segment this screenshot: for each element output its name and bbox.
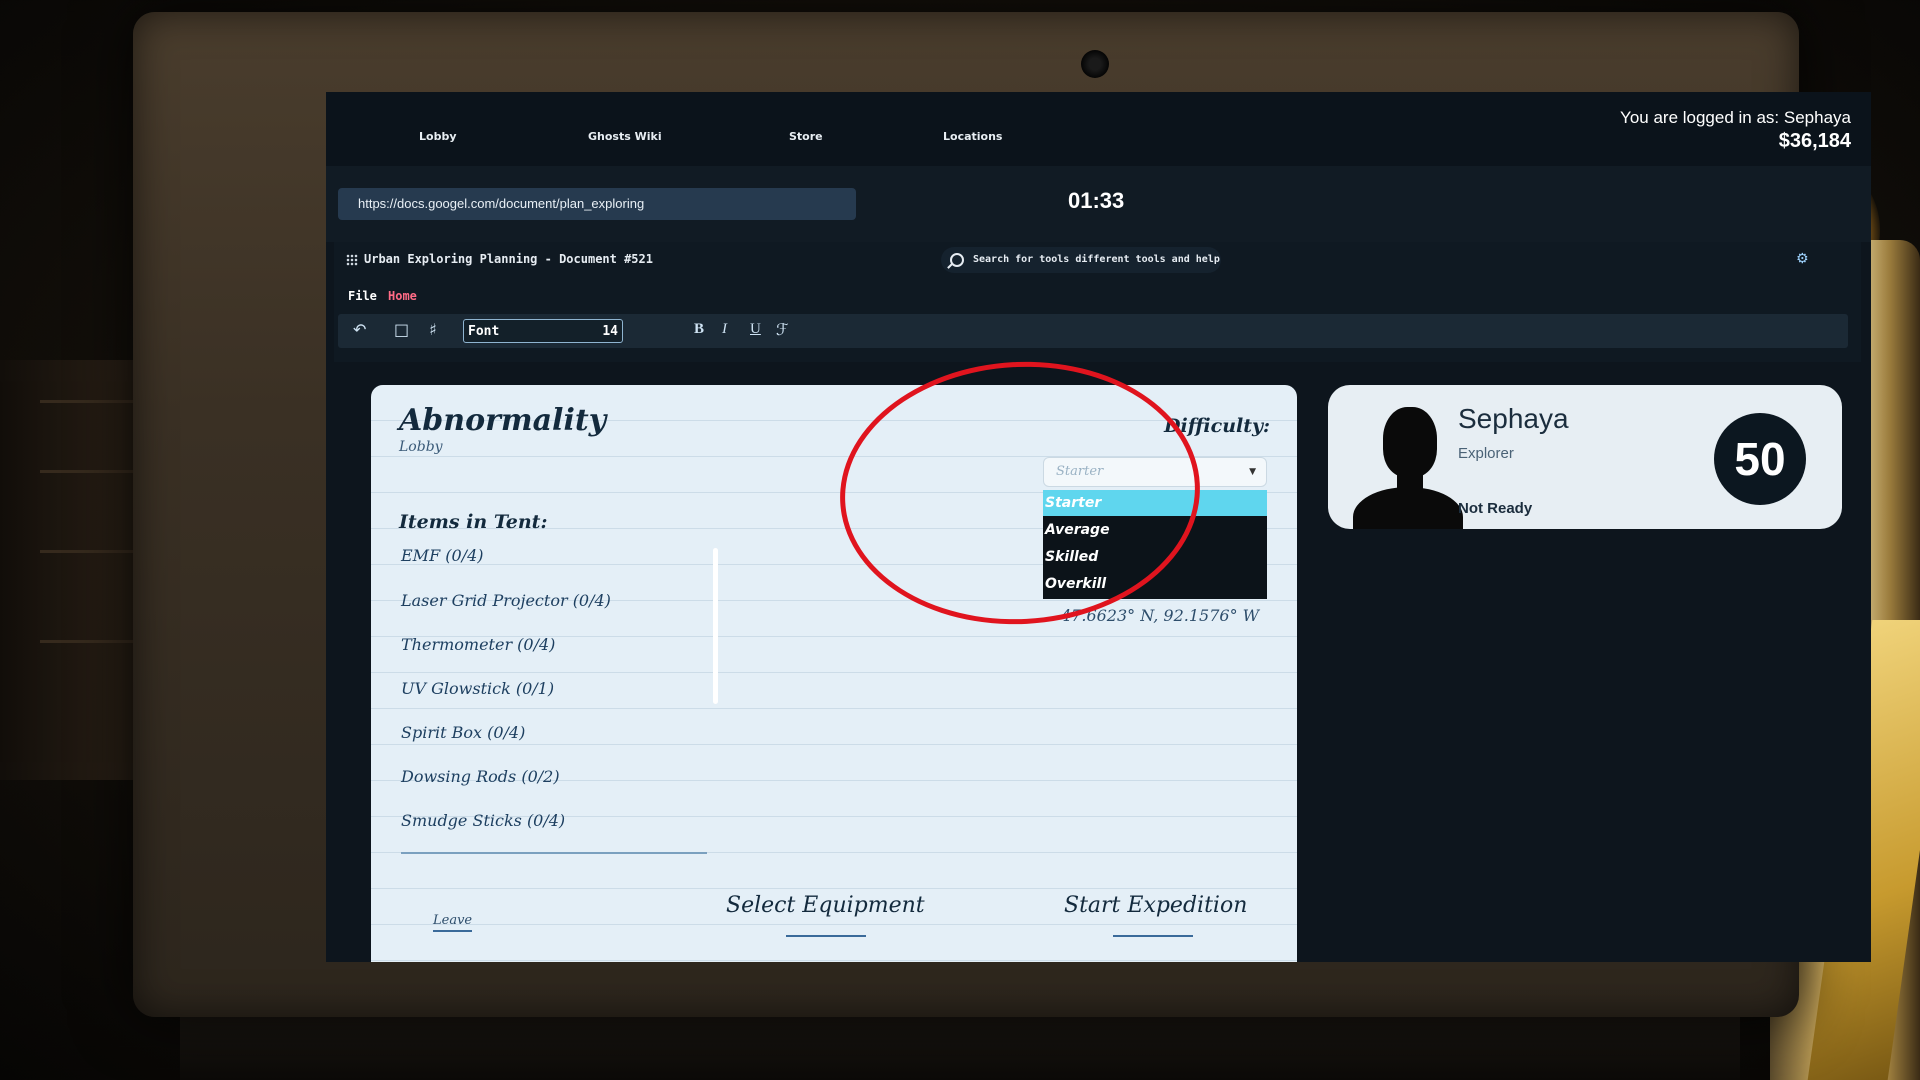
start-expedition-underline <box>1113 935 1193 937</box>
search-icon <box>950 253 964 267</box>
strikethrough-icon[interactable]: ℱ <box>776 321 789 339</box>
countdown-timer: 01:33 <box>1068 188 1125 213</box>
player-level-badge: 50 <box>1714 413 1806 505</box>
start-expedition-button[interactable]: Start Expedition <box>1064 893 1247 918</box>
money-balance: $36,184 <box>1778 130 1851 152</box>
underline-button[interactable]: U <box>750 321 761 338</box>
account-info: You are logged in as: Sephaya $36,184 <box>1620 108 1851 153</box>
list-item: Smudge Sticks (0/4) <box>401 811 566 830</box>
paint-format-icon[interactable]: ♯ <box>429 321 437 339</box>
player-role: Explorer <box>1458 445 1514 462</box>
clipboard-icon[interactable]: □ <box>394 321 409 339</box>
items-heading: Items in Tent: <box>399 511 548 533</box>
list-item: Thermometer (0/4) <box>401 635 556 654</box>
url-bar[interactable]: https://docs.googel.com/document/plan_ex… <box>338 188 856 220</box>
list-item: UV Glowstick (0/1) <box>401 679 555 698</box>
tab-store[interactable]: Store <box>789 130 823 143</box>
logged-in-text: You are logged in as: Sephaya <box>1620 108 1851 127</box>
list-item: Laser Grid Projector (0/4) <box>401 591 611 610</box>
bold-button[interactable]: B <box>694 321 704 338</box>
tab-ghosts-wiki[interactable]: Ghosts Wiki <box>588 130 662 143</box>
webcam <box>1081 50 1109 78</box>
items-scrollbar[interactable] <box>713 548 718 704</box>
list-item: Dowsing Rods (0/2) <box>401 767 560 786</box>
lobby-subtitle: Lobby <box>399 439 443 455</box>
lobby-name: Abnormality <box>399 403 607 438</box>
font-name: Font <box>468 324 500 339</box>
tools-search-input[interactable]: Search for tools different tools and hel… <box>941 247 1221 273</box>
top-navigation: Lobby Ghosts Wiki Store Locations You ar… <box>326 92 1871 166</box>
chevron-down-icon: ▼ <box>1249 467 1256 477</box>
player-card: Sephaya Explorer Not Ready 50 <box>1328 385 1842 529</box>
gear-icon[interactable]: ⚙ <box>1796 252 1810 266</box>
items-divider <box>401 852 707 854</box>
font-selector[interactable]: Font 14 <box>463 319 623 343</box>
list-item: Spirit Box (0/4) <box>401 723 526 742</box>
undo-icon[interactable]: ↶ <box>353 321 366 339</box>
menu-file[interactable]: File <box>348 289 377 303</box>
document-title: Urban Exploring Planning - Document #521 <box>364 252 653 266</box>
select-equipment-button[interactable]: Select Equipment <box>726 893 925 918</box>
ready-status: Not Ready <box>1458 500 1533 517</box>
tab-locations[interactable]: Locations <box>943 130 1002 143</box>
player-name: Sephaya <box>1458 403 1569 434</box>
menu-home[interactable]: Home <box>388 289 417 303</box>
select-equipment-underline <box>786 935 866 937</box>
list-item: EMF (0/4) <box>401 546 484 565</box>
italic-button[interactable]: I <box>722 321 727 338</box>
avatar <box>1353 407 1463 529</box>
leave-button[interactable]: Leave <box>433 913 473 932</box>
tab-lobby[interactable]: Lobby <box>419 130 457 143</box>
font-size[interactable]: 14 <box>602 320 618 344</box>
grid-icon[interactable] <box>346 254 358 266</box>
